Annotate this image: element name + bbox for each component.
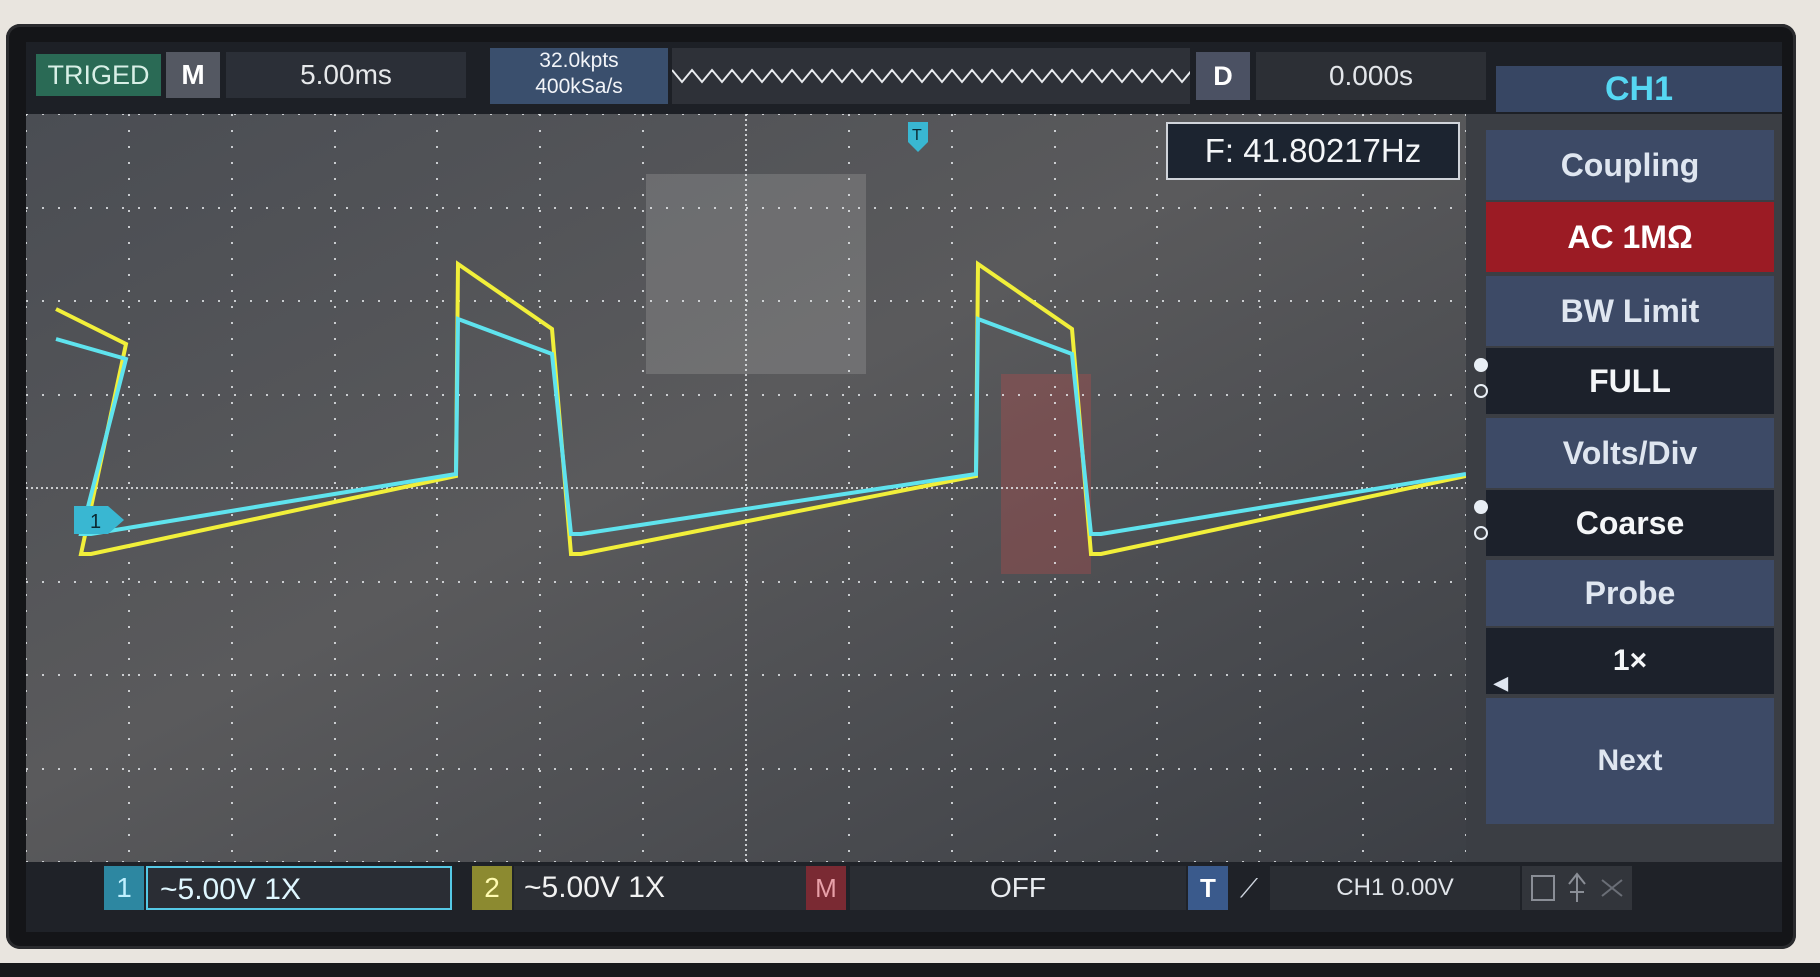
radio-selected-icon [1474,358,1488,372]
volts-div-button[interactable]: Volts/Div [1486,418,1774,488]
ch2-scale[interactable]: ~5.00V 1X [514,866,814,910]
ch1-scale[interactable]: ~5.00V 1X [146,866,452,910]
radio-empty-icon [1474,384,1488,398]
probe-value-label: 1× [1612,644,1648,677]
math-indicator[interactable]: M [806,866,846,910]
rising-edge-icon: ⟋ [1239,873,1259,903]
trigger-marker-label: T [912,127,922,144]
usb-icon [1531,872,1623,902]
status-icons [1522,866,1632,910]
channel-menu: Coupling AC 1MΩ BW Limit FULL Volts/Div … [1470,130,1782,860]
coupling-value[interactable]: AC 1MΩ [1486,202,1774,272]
bw-limit-button[interactable]: BW Limit [1486,276,1774,346]
trigger-indicator[interactable]: T [1188,866,1228,910]
bottom-strip [0,963,1820,977]
trigger-status: TRIGED [36,54,161,96]
probe-value[interactable]: ◀ 1× [1486,628,1774,694]
volts-div-value-label: Coarse [1575,505,1685,541]
ch1-indicator[interactable]: 1 [104,866,144,910]
timebase-readout[interactable]: 5.00ms [226,52,466,98]
ch2-indicator[interactable]: 2 [472,866,512,910]
top-status-bar: TRIGED M 5.00ms 32.0kpts 400kSa/s D 0.00… [26,42,1782,114]
delay-indicator[interactable]: D [1196,52,1250,100]
trigger-level[interactable]: CH1 0.00V [1270,866,1520,910]
menu-channel-title: CH1 [1496,66,1782,112]
coupling-button[interactable]: Coupling [1486,130,1774,200]
sample-rate: 400kSa/s [535,75,623,98]
ch1-marker-label: 1 [90,511,101,533]
probe-button[interactable]: Probe [1486,560,1774,626]
math-status: OFF [850,866,1186,910]
bw-limit-value[interactable]: FULL [1474,348,1774,414]
overview-zigzag-icon [671,68,1193,84]
trigger-position[interactable]: 0.000s [1256,52,1486,100]
oscilloscope-screen: TRIGED M 5.00ms 32.0kpts 400kSa/s D 0.00… [26,42,1782,932]
volts-div-value[interactable]: Coarse [1474,490,1774,556]
memory-info: 32.0kpts 400kSa/s [490,48,668,104]
memory-depth: 32.0kpts [539,49,619,72]
radio-empty-icon [1474,526,1488,540]
waveform-overview [671,48,1193,104]
bw-limit-value-label: FULL [1589,363,1671,399]
next-page-button[interactable]: Next [1486,698,1774,824]
acquisition-mode[interactable]: M [166,52,220,98]
screen-reflection [646,174,866,374]
waveform-display[interactable]: 1 T [26,114,1466,862]
radio-selected-icon [1474,500,1488,514]
frequency-readout: F: 41.80217Hz [1166,122,1460,180]
